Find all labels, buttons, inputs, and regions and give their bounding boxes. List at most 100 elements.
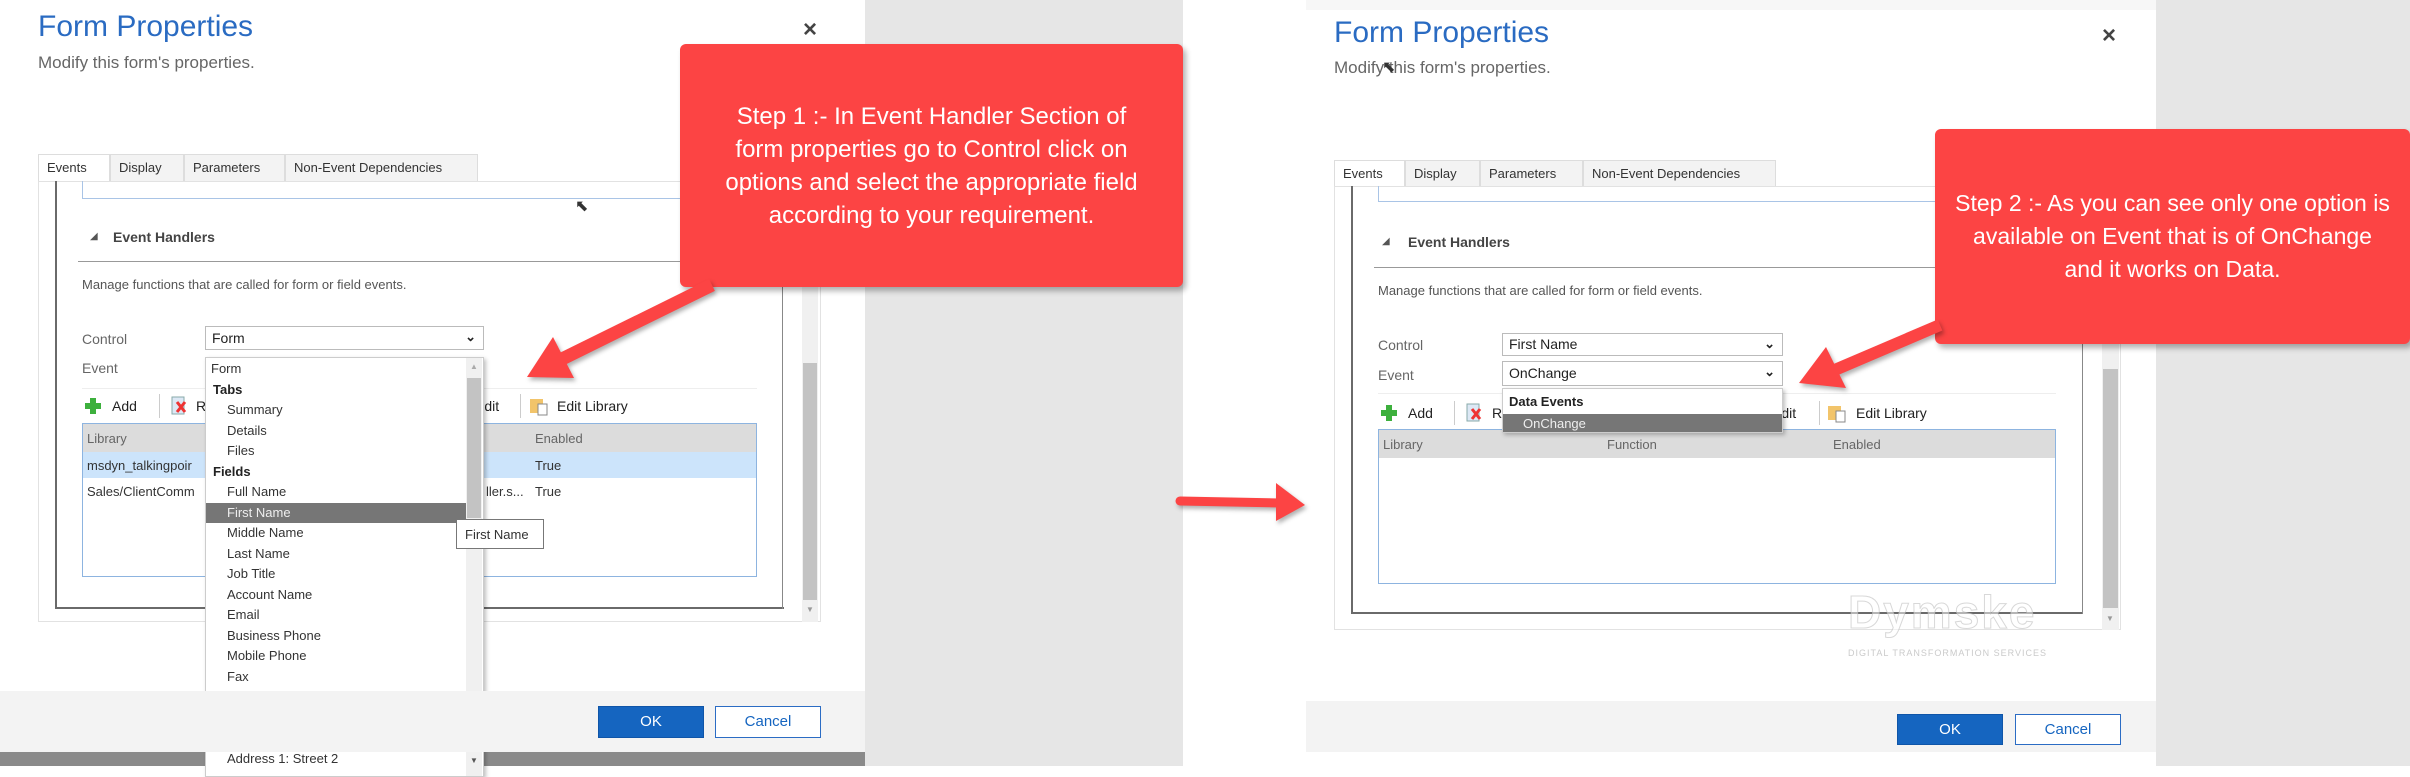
toolbar-separator xyxy=(159,394,160,418)
remove-icon[interactable] xyxy=(1466,403,1482,423)
dropdown-scrollbar-thumb[interactable] xyxy=(467,378,481,518)
event-dropdown-list: Data Events OnChange xyxy=(1502,388,1783,433)
dialog-top-strip xyxy=(1306,0,2156,10)
event-label: Event xyxy=(82,360,118,376)
tab-bar: Events Display Parameters Non-Event Depe… xyxy=(38,154,478,181)
section-border xyxy=(55,181,57,609)
tooltip: First Name xyxy=(456,519,544,549)
section-title: Event Handlers xyxy=(1408,234,1510,250)
collapse-triangle-icon[interactable]: ◢ xyxy=(90,231,98,242)
cell-enabled: True xyxy=(535,458,562,473)
scroll-down-arrow-icon[interactable]: ▼ xyxy=(806,605,814,614)
dialog-subtitle: Modify this form's properties. xyxy=(38,53,255,72)
column-header-enabled[interactable]: Enabled xyxy=(535,431,583,446)
dialog-title: Form Properties xyxy=(1334,16,1550,49)
event-select[interactable]: OnChange ⌄ xyxy=(1502,361,1783,386)
cell-function: ller.s... xyxy=(486,484,524,499)
add-button[interactable]: Add xyxy=(1408,405,1433,421)
dropdown-option[interactable]: Files xyxy=(206,441,466,462)
dropdown-group-label: Fields xyxy=(213,463,251,479)
cell-library: msdyn_talkingpoir xyxy=(87,458,192,473)
grid-header: Library Function Enabled xyxy=(1379,430,2055,458)
scroll-up-arrow-icon[interactable]: ▲ xyxy=(470,362,478,371)
section-divider xyxy=(1374,267,1935,268)
edit-library-button[interactable]: Edit Library xyxy=(1856,405,1927,421)
dropdown-option[interactable]: Fax xyxy=(206,667,466,688)
toolbar-separator xyxy=(1454,401,1455,425)
dropdown-group-label: Tabs xyxy=(213,381,243,397)
cell-library: Sales/ClientComm xyxy=(87,484,195,499)
previous-section-box xyxy=(82,181,762,199)
dropdown-option[interactable]: Middle Name xyxy=(206,523,466,544)
background-right xyxy=(2156,0,2410,766)
step-1-callout: Step 1 :- In Event Handler Section of fo… xyxy=(680,44,1183,287)
watermark-logo: Dymske xyxy=(1847,586,2037,639)
event-label: Event xyxy=(1378,367,1414,383)
dropdown-option[interactable]: Summary xyxy=(206,400,466,421)
mouse-cursor-icon: ⬉ xyxy=(575,198,589,215)
add-button[interactable]: Add xyxy=(112,398,137,414)
tab-parameters[interactable]: Parameters xyxy=(184,154,285,181)
add-icon[interactable] xyxy=(1381,405,1397,421)
watermark-tagline: DIGITAL TRANSFORMATION SERVICES xyxy=(1848,648,2048,658)
dropdown-option[interactable]: Form xyxy=(206,359,466,380)
control-select-value: First Name xyxy=(1509,336,1578,352)
collapse-triangle-icon[interactable]: ◢ xyxy=(1382,236,1390,247)
scroll-down-arrow-icon[interactable]: ▼ xyxy=(470,756,478,765)
tab-events[interactable]: Events xyxy=(38,154,110,181)
control-select[interactable]: First Name ⌄ xyxy=(1502,333,1783,356)
control-label: Control xyxy=(82,331,128,347)
dropdown-option-onchange[interactable]: OnChange xyxy=(1503,414,1782,432)
cell-enabled: True xyxy=(535,484,562,499)
column-header-library[interactable]: Library xyxy=(1383,437,1423,452)
close-icon[interactable]: × xyxy=(2102,22,2116,50)
control-select[interactable]: Form ⌄ xyxy=(205,326,484,350)
close-icon[interactable]: × xyxy=(803,16,817,44)
edit-library-icon[interactable] xyxy=(1827,403,1847,423)
dialog-title: Form Properties xyxy=(38,10,254,43)
edit-library-button[interactable]: Edit Library xyxy=(557,398,628,414)
chevron-down-icon: ⌄ xyxy=(1764,336,1775,351)
dropdown-option[interactable]: Full Name xyxy=(206,482,466,503)
section-border xyxy=(1351,186,1353,614)
remove-button[interactable]: R xyxy=(1492,405,1502,421)
tab-non-event-dependencies[interactable]: Non-Event Dependencies xyxy=(1583,160,1776,186)
remove-icon[interactable] xyxy=(171,396,187,416)
cancel-button[interactable]: Cancel xyxy=(715,706,821,738)
dropdown-option[interactable]: Mobile Phone xyxy=(206,646,466,667)
dropdown-option[interactable]: Account Name xyxy=(206,585,466,606)
column-header-enabled[interactable]: Enabled xyxy=(1833,437,1881,452)
dropdown-option[interactable]: Job Title xyxy=(206,564,466,585)
column-header-function[interactable]: Function xyxy=(1607,437,1657,452)
tab-bar: Events Display Parameters Non-Event Depe… xyxy=(1334,160,1776,186)
dropdown-option[interactable]: First Name xyxy=(206,502,466,523)
step-2-callout: Step 2 :- As you can see only one option… xyxy=(1935,129,2410,344)
scrollbar-thumb[interactable] xyxy=(2103,369,2118,608)
toolbar-separator xyxy=(1819,401,1820,425)
dropdown-option[interactable]: Business Phone xyxy=(206,626,466,647)
dropdown-option[interactable]: Email xyxy=(206,605,466,626)
tab-non-event-dependencies[interactable]: Non-Event Dependencies xyxy=(285,154,478,181)
dropdown-option[interactable]: Details xyxy=(206,421,466,442)
section-description: Manage functions that are called for for… xyxy=(1378,283,1703,298)
dialog-subtitle: Modify this form's properties. xyxy=(1334,58,1551,77)
scrollbar-thumb[interactable] xyxy=(803,363,817,600)
section-divider xyxy=(78,261,688,262)
section-title: Event Handlers xyxy=(113,229,215,245)
tab-parameters[interactable]: Parameters xyxy=(1480,160,1583,186)
column-header-library[interactable]: Library xyxy=(87,431,127,446)
edit-library-icon[interactable] xyxy=(529,396,549,416)
tab-events[interactable]: Events xyxy=(1334,160,1405,186)
mouse-cursor-icon: ⬉ xyxy=(1382,59,1396,76)
arrow-between-steps xyxy=(1175,483,1305,521)
add-icon[interactable] xyxy=(85,398,101,414)
dropdown-group-label: Data Events xyxy=(1509,394,1584,409)
tab-display[interactable]: Display xyxy=(110,154,184,181)
scroll-down-arrow-icon[interactable]: ▼ xyxy=(2106,614,2114,623)
ok-button[interactable]: OK xyxy=(598,706,704,738)
event-handlers-grid: Library Function Enabled xyxy=(1378,429,2056,584)
cancel-button[interactable]: Cancel xyxy=(2015,714,2121,745)
tab-display[interactable]: Display xyxy=(1405,160,1480,186)
ok-button[interactable]: OK xyxy=(1897,714,2003,745)
dropdown-option[interactable]: Last Name xyxy=(206,544,466,565)
